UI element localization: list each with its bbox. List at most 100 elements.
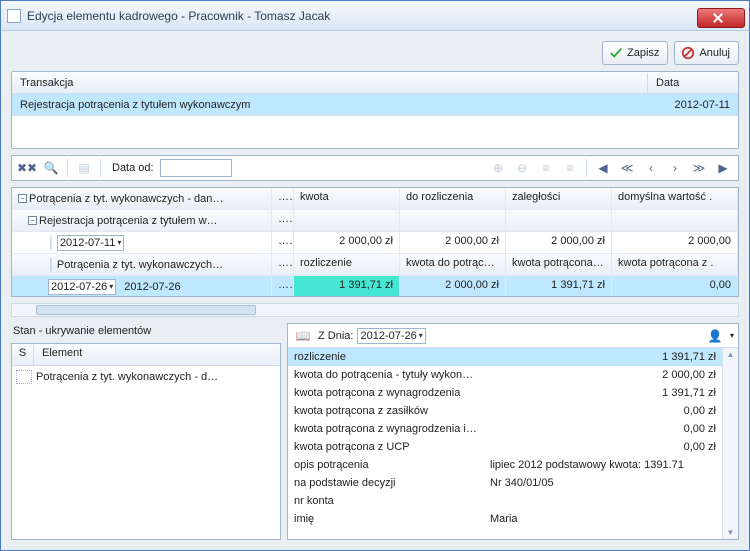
transaction-header: Transakcja Data [12, 72, 738, 94]
zdnia-picker[interactable]: 2012-07-26▾ [357, 328, 425, 344]
tree-grid-row-20120711[interactable]: │ 2012-07-11▾ … 2 000,00 zł 2 000,00 zł … [12, 232, 738, 254]
stan-col-element[interactable]: Element [34, 344, 280, 365]
check-icon [609, 46, 623, 60]
indent-right-icon[interactable]: ≡ [559, 158, 581, 178]
lower-area: Stan - ukrywanie elementów S Element Pot… [11, 323, 739, 540]
browse-button[interactable]: … [272, 276, 294, 297]
detail-row[interactable]: imięMaria [288, 510, 738, 528]
settings-icon[interactable]: ✖✖ [16, 158, 38, 178]
stan-col-s[interactable]: S [12, 344, 34, 365]
zdnia-label: Z Dnia: [318, 330, 353, 342]
detail-key: na podstawie decyzji [288, 477, 484, 489]
detail-row[interactable]: kwota potrącona z zasiłków0,00 zł [288, 402, 738, 420]
remove-icon[interactable]: ⊖ [511, 158, 533, 178]
detail-row[interactable]: na podstawie decyzjiNr 340/01/05 [288, 474, 738, 492]
date-picker[interactable]: 2012-07-11▾ [57, 235, 124, 251]
cell-do-rozliczenia: 2 000,00 zł [400, 232, 506, 254]
col-zaleglosci[interactable]: zaległości [506, 188, 612, 210]
detail-value: 2 000,00 zł [484, 369, 738, 381]
detail-row[interactable]: opis potrącenialipiec 2012 podstawowy kw… [288, 456, 738, 474]
chevron-down-icon[interactable]: ▾ [730, 331, 734, 340]
detail-row[interactable]: kwota potrącona z wynagrodzenia i…0,00 z… [288, 420, 738, 438]
detail-row[interactable]: kwota potrącona z wynagrodzenia1 391,71 … [288, 384, 738, 402]
col-domyslna[interactable]: domyślna wartość . [612, 188, 738, 210]
subheader-kwota-do-potr: kwota do potrąceni… [400, 254, 506, 276]
nav-back-icon[interactable]: ‹ [640, 158, 662, 178]
detail-value: Maria [484, 513, 738, 525]
th-date[interactable]: Data [648, 73, 738, 93]
save-button[interactable]: Zapisz [602, 41, 668, 65]
browse-button[interactable]: … [272, 254, 294, 276]
collapse-icon[interactable]: − [28, 216, 37, 225]
chevron-down-icon: ▾ [109, 282, 113, 291]
date-od-label: Data od: [112, 162, 154, 174]
separator [67, 159, 68, 177]
person-icon[interactable]: 👤 [704, 326, 726, 346]
stan-row-label: Potrącenia z tyt. wykonawczych - d… [36, 371, 218, 383]
stan-checkbox[interactable] [16, 370, 32, 384]
detail-row[interactable]: kwota do potrącenia - tytuły wykon…2 000… [288, 366, 738, 384]
document-icon[interactable]: ▤ [73, 158, 95, 178]
tree-node-label: Potrącenia z tyt. wykonawczych… [57, 259, 223, 271]
cancel-button[interactable]: Anuluj [674, 41, 739, 65]
tree-grid-root-row: − Potrącenia z tyt. wykonawczych - dan… … [12, 188, 738, 210]
transaction-panel: Transakcja Data Rejestracja potrącenia z… [11, 71, 739, 149]
titlebar: Edycja elementu kadrowego - Pracownik - … [1, 1, 749, 31]
toolbar: ✖✖ 🔍 ▤ Data od: ⊕ ⊖ ≡ ≡ ◀ ≪ ‹ › ≫ ▶ [11, 155, 739, 181]
magnifier-icon[interactable]: 🔍 [40, 158, 62, 178]
stan-grid: S Element Potrącenia z tyt. wykonawczych… [11, 343, 281, 540]
cell-empty [294, 210, 400, 232]
detail-key: rozliczenie [288, 351, 484, 363]
cell-zaleglosci: 2 000,00 zł [506, 232, 612, 254]
detail-value: 1 391,71 zł [484, 351, 738, 363]
date-picker[interactable]: 2012-07-26▾ [48, 279, 116, 295]
close-button[interactable] [697, 8, 745, 28]
cell-do-rozliczenia: 2 000,00 zł [400, 276, 506, 297]
col-kwota[interactable]: kwota [294, 188, 400, 210]
detail-value: lipiec 2012 podstawowy kwota: 1391.71 [484, 459, 738, 471]
detail-key: kwota do potrącenia - tytuły wykon… [288, 369, 484, 381]
scroll-down-icon[interactable]: ▼ [727, 528, 735, 537]
date-od-input[interactable] [160, 159, 232, 177]
scrollbar-thumb[interactable] [36, 305, 256, 315]
stan-row[interactable]: Potrącenia z tyt. wykonawczych - d… [12, 366, 280, 388]
tree-leaf[interactable]: 2012-07-26▾ 2012-07-26 [12, 276, 272, 297]
tree-leaf[interactable]: │ 2012-07-11▾ [12, 232, 272, 254]
detail-value: 0,00 zł [484, 423, 738, 435]
scroll-up-icon[interactable]: ▲ [727, 350, 735, 359]
th-transaction[interactable]: Transakcja [12, 73, 648, 93]
content: Zapisz Anuluj Transakcja Data Rejestracj… [1, 31, 749, 550]
tree-grid: − Potrącenia z tyt. wykonawczych - dan… … [11, 187, 739, 297]
nav-first-icon[interactable]: ◀ [592, 158, 614, 178]
nav-fwd-icon[interactable]: › [664, 158, 686, 178]
browse-button[interactable]: … [272, 232, 294, 254]
detail-value: 1 391,71 zł [484, 387, 738, 399]
tree-node-root[interactable]: − Potrącenia z tyt. wykonawczych - dan… [12, 188, 272, 210]
vertical-scrollbar[interactable]: ▲ ▼ [722, 348, 738, 539]
add-icon[interactable]: ⊕ [487, 158, 509, 178]
detail-row[interactable]: nr konta [288, 492, 738, 510]
collapse-icon[interactable]: − [18, 194, 27, 203]
detail-row[interactable]: kwota potrącona z UCP0,00 zł [288, 438, 738, 456]
col-do-rozliczenia[interactable]: do rozliczenia [400, 188, 506, 210]
book-icon[interactable]: 📖 [292, 326, 314, 346]
tree-node[interactable]: − Rejestracja potrącenia z tytułem w… [12, 210, 272, 232]
nav-fast-fwd-icon[interactable]: ≫ [688, 158, 710, 178]
chevron-down-icon: ▾ [419, 331, 423, 340]
detail-key: imię [288, 513, 484, 525]
action-row: Zapisz Anuluj [11, 41, 739, 65]
cell-kwota: 1 391,71 zł [294, 276, 400, 297]
browse-button[interactable]: … [272, 210, 294, 232]
transaction-row[interactable]: Rejestracja potrącenia z tytułem wykonaw… [12, 94, 738, 116]
horizontal-scrollbar[interactable] [11, 303, 739, 317]
window-title: Edycja elementu kadrowego - Pracownik - … [27, 9, 697, 23]
tree-node[interactable]: │ Potrącenia z tyt. wykonawczych… [12, 254, 272, 276]
browse-button[interactable]: … [272, 188, 294, 210]
nav-fast-back-icon[interactable]: ≪ [616, 158, 638, 178]
nav-last-icon[interactable]: ▶ [712, 158, 734, 178]
zdnia-value: 2012-07-26 [360, 330, 416, 342]
detail-row[interactable]: rozliczenie1 391,71 zł [288, 348, 738, 366]
tree-grid-row-20120726[interactable]: 2012-07-26▾ 2012-07-26 … 1 391,71 zł 2 0… [12, 276, 738, 297]
indent-left-icon[interactable]: ≡ [535, 158, 557, 178]
detail-body: rozliczenie1 391,71 złkwota do potrąceni… [288, 348, 738, 539]
